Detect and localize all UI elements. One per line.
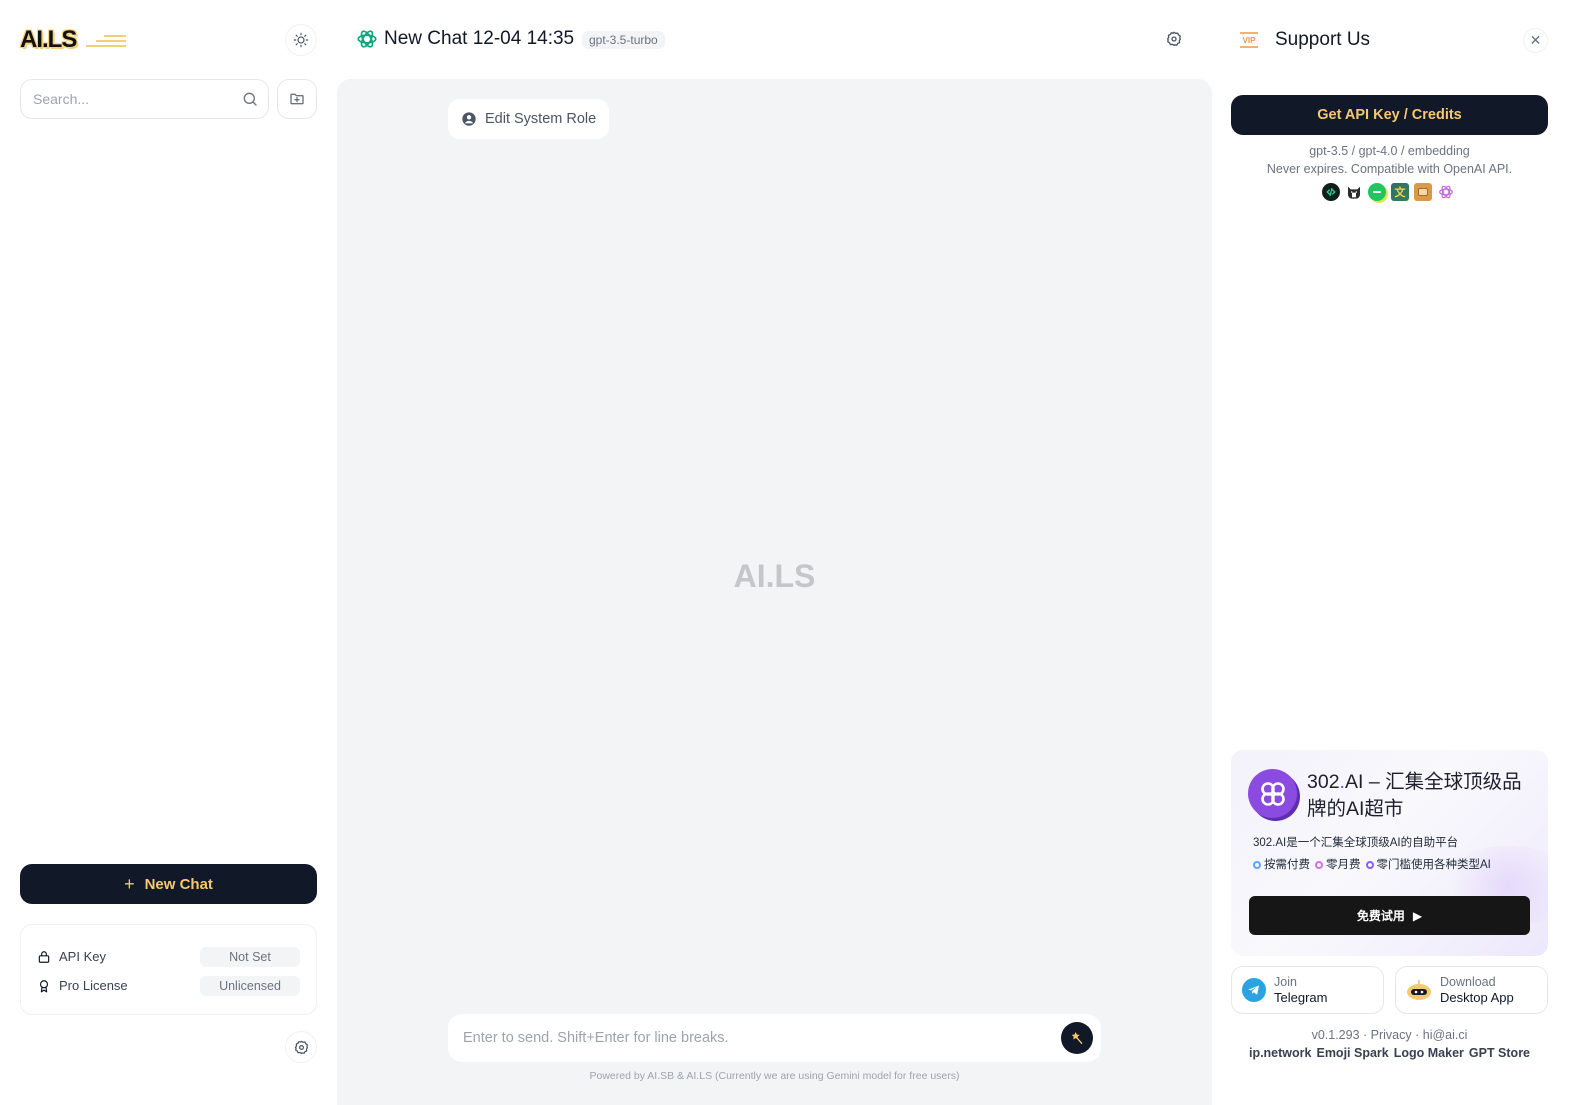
message-app-icon[interactable]: [1414, 183, 1432, 201]
promo-brand: 302: [1307, 771, 1340, 793]
award-icon: [39, 979, 49, 992]
message-input[interactable]: [463, 1030, 1061, 1046]
download-line2: Desktop App: [1440, 990, 1514, 1005]
status-card: API Key Not Set Pro License Unlicensed: [20, 924, 317, 1015]
logo-stripes: [80, 35, 126, 49]
download-text: Download Desktop App: [1440, 975, 1514, 1005]
close-icon: ✕: [1529, 32, 1542, 48]
play-icon: ▶: [1412, 908, 1423, 923]
302ai-logo-icon: [1248, 769, 1297, 818]
magic-wand-icon: [1071, 1032, 1083, 1044]
chat-settings-icon[interactable]: [1166, 31, 1182, 47]
sun-icon: [293, 32, 309, 48]
vip-icon: VIP: [1240, 32, 1258, 48]
separator: ·: [1359, 1028, 1371, 1042]
logo-text: AI.LS: [20, 26, 77, 53]
version-text: v0.1.293: [1311, 1028, 1360, 1042]
promo-description: 302.AI是一个汇集全球顶级AI的自助平台: [1253, 837, 1459, 849]
api-key-status: Not Set: [200, 946, 300, 967]
tag-dot-icon: [1315, 861, 1323, 869]
api-key-label: API Key: [59, 949, 106, 964]
send-button[interactable]: [1061, 1022, 1093, 1054]
promo-tag-label: 零门槛使用各种类型AI: [1376, 859, 1491, 871]
app-root: AI.LS + New Chat: [0, 0, 1584, 1105]
openai-app-icon[interactable]: [1437, 183, 1455, 201]
footer-meta: v0.1.293 · Privacy · hi@ai.ci: [1231, 1028, 1548, 1042]
support-title: Support Us: [1275, 29, 1371, 50]
plus-icon: +: [124, 873, 135, 894]
promo-tag-label: 零月费: [1326, 859, 1361, 871]
footer-link-gpt-store[interactable]: GPT Store: [1469, 1046, 1530, 1060]
chat-area: Edit System Role AI.LS Powered by AI.SB …: [337, 79, 1212, 1105]
powered-by-note: Powered by AI.SB & AI.LS (Currently we a…: [589, 1070, 960, 1082]
api-compat-text: Never expires. Compatible with OpenAI AP…: [1266, 162, 1513, 176]
free-trial-label: 免费试用: [1356, 909, 1405, 923]
chat-header: New Chat 12-04 14:35 gpt-3.5-turbo: [337, 0, 1212, 79]
theme-toggle-button[interactable]: [285, 24, 317, 56]
promo-card-302ai[interactable]: 302.AI – 汇集全球顶级品牌的AI超市 302.AI是一个汇集全球顶级AI…: [1231, 750, 1548, 956]
app-icons-row: 文: [1322, 183, 1455, 201]
telegram-line1: Join: [1274, 975, 1297, 989]
lock-icon: [38, 950, 50, 963]
search-field: [20, 79, 269, 119]
footer-link-ip-network[interactable]: ip.network: [1249, 1046, 1312, 1060]
privacy-link[interactable]: Privacy: [1371, 1028, 1412, 1042]
chat-title[interactable]: New Chat 12-04 14:35: [384, 28, 574, 50]
footer-links: ip.network Emoji Spark Logo Maker GPT St…: [1231, 1046, 1548, 1060]
download-line1: Download: [1440, 975, 1496, 989]
telegram-text: Join Telegram: [1274, 975, 1327, 1005]
new-folder-button[interactable]: [277, 79, 317, 119]
tag-dot-icon: [1365, 861, 1374, 869]
message-composer: [448, 1014, 1101, 1062]
watermark-logo: AI.LS: [733, 558, 816, 594]
pro-license-status: Unlicensed: [200, 975, 300, 996]
promo-tags: 按需付费 零月费 零门槛使用各种类型AI: [1253, 856, 1491, 872]
free-trial-button[interactable]: 免费试用 ▶: [1249, 896, 1530, 935]
join-telegram-button[interactable]: Join Telegram: [1231, 966, 1384, 1014]
email-link[interactable]: hi@ai.ci: [1423, 1028, 1468, 1042]
promo-tag: 零门槛使用各种类型AI: [1365, 856, 1491, 872]
chat-bubble-app-icon[interactable]: [1368, 183, 1386, 201]
search-input[interactable]: [33, 91, 242, 107]
edit-system-role-label: Edit System Role: [485, 111, 597, 127]
promo-tag-label: 按需付费: [1264, 859, 1310, 871]
model-badge[interactable]: gpt-3.5-turbo: [582, 31, 665, 49]
logo: AI.LS: [20, 26, 126, 54]
footer-link-emoji-spark[interactable]: Emoji Spark: [1316, 1046, 1388, 1060]
get-api-key-button[interactable]: Get API Key / Credits: [1231, 95, 1548, 135]
svg-text:VIP: VIP: [1243, 36, 1257, 45]
robot-icon: [1407, 980, 1431, 1000]
support-panel: VIP Support Us ✕ Get API Key / Credits g…: [1212, 0, 1584, 1105]
new-chat-button[interactable]: + New Chat: [20, 864, 317, 904]
promo-title: 302.AI – 汇集全球顶级品牌的AI超市: [1307, 769, 1537, 823]
folder-plus-icon: [290, 93, 304, 105]
gear-icon: [294, 1040, 308, 1054]
tag-dot-icon: [1253, 861, 1261, 869]
cat-app-icon[interactable]: [1345, 183, 1363, 201]
pro-license-label: Pro License: [59, 978, 128, 993]
telegram-icon: [1242, 978, 1266, 1002]
search-icon[interactable]: [242, 91, 258, 107]
close-panel-button[interactable]: ✕: [1523, 28, 1548, 53]
new-chat-label: New Chat: [144, 875, 213, 893]
separator: ·: [1411, 1028, 1423, 1042]
telegram-line2: Telegram: [1274, 990, 1328, 1005]
download-desktop-button[interactable]: Download Desktop App: [1395, 966, 1548, 1014]
promo-tag: 零月费: [1315, 856, 1361, 872]
openai-icon: [357, 30, 377, 48]
promo-tag: 按需付费: [1253, 856, 1310, 872]
code-app-icon[interactable]: [1322, 183, 1340, 201]
pro-license-row[interactable]: Pro License Unlicensed: [37, 971, 300, 1000]
api-models-text: gpt-3.5 / gpt-4.0 / embedding: [1309, 144, 1470, 158]
sidebar-settings-button[interactable]: [285, 1031, 317, 1063]
edit-system-role-button[interactable]: Edit System Role: [448, 99, 610, 139]
user-circle-icon: [462, 112, 476, 126]
sidebar: AI.LS + New Chat: [0, 0, 337, 1105]
translate-app-icon[interactable]: 文: [1391, 183, 1409, 201]
promo-brand-suffix: AI: [1344, 771, 1364, 793]
api-key-row[interactable]: API Key Not Set: [37, 942, 300, 971]
footer-link-logo-maker[interactable]: Logo Maker: [1394, 1046, 1464, 1060]
